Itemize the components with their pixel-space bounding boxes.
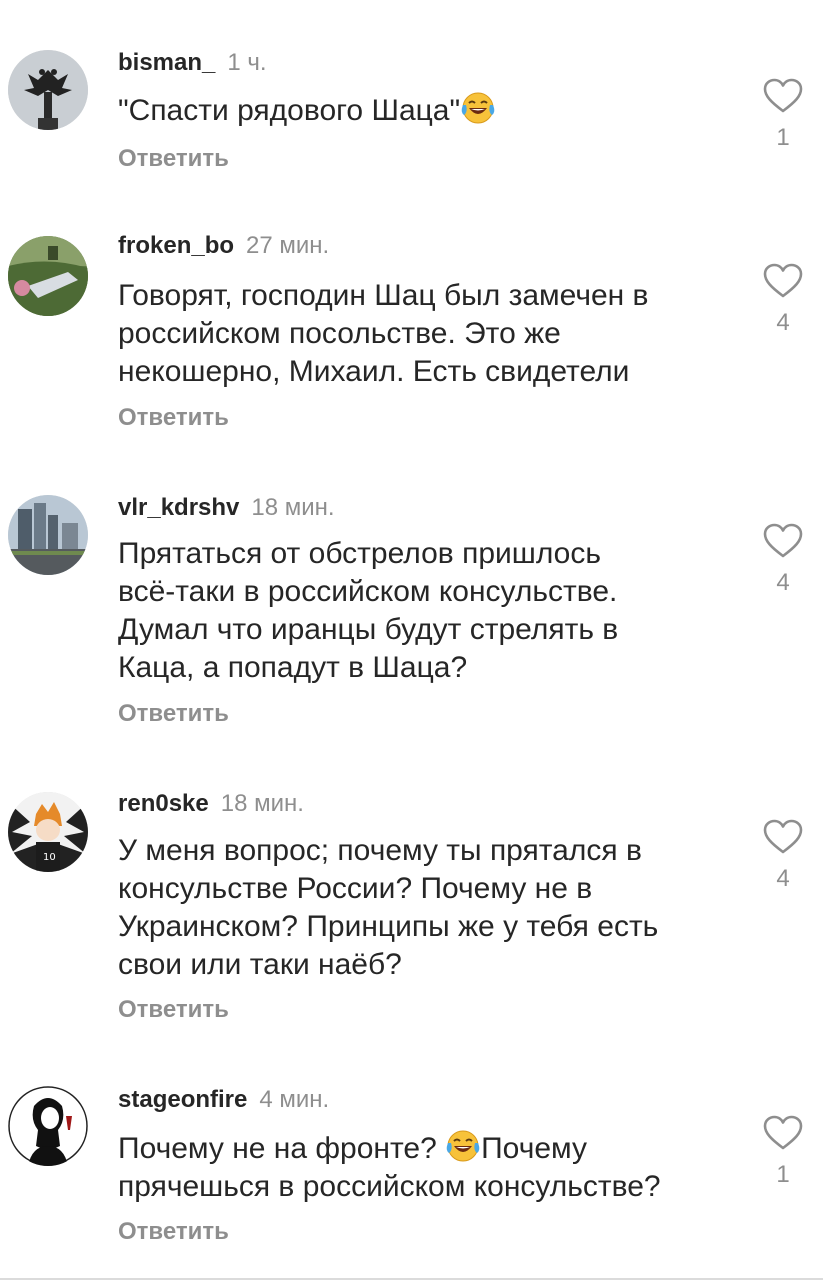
avatar[interactable]: 10 [8, 792, 88, 872]
heart-icon[interactable] [763, 78, 803, 114]
comment-text: "Спасти рядового Шаца" [118, 90, 728, 130]
like-group: 4 [760, 263, 806, 337]
comment-meta: vlr_kdrshv 18 мин. [118, 493, 335, 523]
like-count: 1 [776, 1161, 790, 1188]
comment-text-part: Почему не на фронте? [118, 1132, 446, 1165]
heart-icon[interactable] [763, 1115, 803, 1151]
anime-player-avatar-icon: 10 [8, 792, 88, 872]
comment-meta: stageonfire 4 мин. [118, 1085, 329, 1115]
comment-text-line: У меня вопрос; почему ты прятался в [118, 834, 642, 867]
comment-text-line: прячешься в российском консульстве? [118, 1170, 661, 1203]
comment-text-line: Украинском? Принципы же у тебя есть [118, 910, 659, 943]
comment-text-line: Прятаться от обстрелов пришлось [118, 537, 601, 570]
username[interactable]: ren0ske [118, 790, 209, 817]
woman-sketch-avatar-icon [8, 1086, 88, 1166]
eagle-emblem-icon [8, 50, 88, 130]
svg-text:10: 10 [43, 852, 56, 863]
avatar[interactable] [8, 1086, 88, 1166]
like-count: 1 [776, 124, 790, 151]
timestamp: 18 мин. [251, 494, 335, 521]
comment-text-part: Почему [481, 1132, 587, 1165]
heart-icon[interactable] [763, 523, 803, 559]
comment-text-part: "Спасти рядового Шаца" [118, 94, 461, 127]
comment-text: Почему не на фронте? Почему прячешься в … [118, 1128, 728, 1206]
comment-text-line: консульстве России? Почему не в [118, 872, 593, 905]
username[interactable]: stageonfire [118, 1086, 247, 1113]
comment-text-line: Говорят, господин Шац был замечен в [118, 279, 649, 312]
park-photo-avatar-icon [8, 236, 88, 316]
username[interactable]: vlr_kdrshv [118, 494, 239, 521]
like-count: 4 [776, 865, 790, 892]
like-group: 4 [760, 523, 806, 597]
avatar[interactable] [8, 236, 88, 316]
like-group: 1 [760, 1115, 806, 1189]
timestamp: 27 мин. [246, 232, 330, 259]
like-count: 4 [776, 569, 790, 596]
comment-text-line: некошерно, Михаил. Есть свидетели [118, 355, 630, 388]
comment-meta: bisman_ 1 ч. [118, 48, 267, 78]
reply-button[interactable]: Ответить [118, 403, 229, 433]
reply-button[interactable]: Ответить [118, 699, 229, 729]
comment-text: Говорят, господин Шац был замечен в росс… [118, 277, 728, 391]
comment-text: Прятаться от обстрелов пришлось всё-таки… [118, 535, 728, 687]
reply-button[interactable]: Ответить [118, 1217, 229, 1247]
timestamp: 18 мин. [220, 790, 304, 817]
timestamp: 4 мин. [259, 1086, 330, 1113]
avatar[interactable] [8, 495, 88, 575]
like-group: 4 [760, 819, 806, 893]
comment-meta: froken_bo 27 мин. [118, 231, 329, 261]
username[interactable]: froken_bo [118, 232, 234, 259]
comment-text-line: всё-таки в российском консульстве. [118, 575, 618, 608]
like-count: 4 [776, 309, 790, 336]
face-with-tears-of-joy-icon [460, 90, 496, 126]
avatar[interactable] [8, 50, 88, 130]
timestamp: 1 ч. [227, 49, 267, 76]
reply-button[interactable]: Ответить [118, 144, 229, 174]
comment-text-line: Каца, а попадут в Шаца? [118, 651, 468, 684]
reply-button[interactable]: Ответить [118, 995, 229, 1025]
username[interactable]: bisman_ [118, 49, 215, 76]
comment-text-line: российском посольстве. Это же [118, 317, 561, 350]
face-with-tears-of-joy-icon [445, 1128, 481, 1164]
comment-text-line: Думал что иранцы будут стрелять в [118, 613, 619, 646]
heart-icon[interactable] [763, 263, 803, 299]
comment-meta: ren0ske 18 мин. [118, 789, 304, 819]
comment-text: У меня вопрос; почему ты прятался в конс… [118, 832, 728, 984]
heart-icon[interactable] [763, 819, 803, 855]
comment-text-line: свои или таки наёб? [118, 948, 402, 981]
like-group: 1 [760, 78, 806, 152]
city-street-avatar-icon [8, 495, 88, 575]
